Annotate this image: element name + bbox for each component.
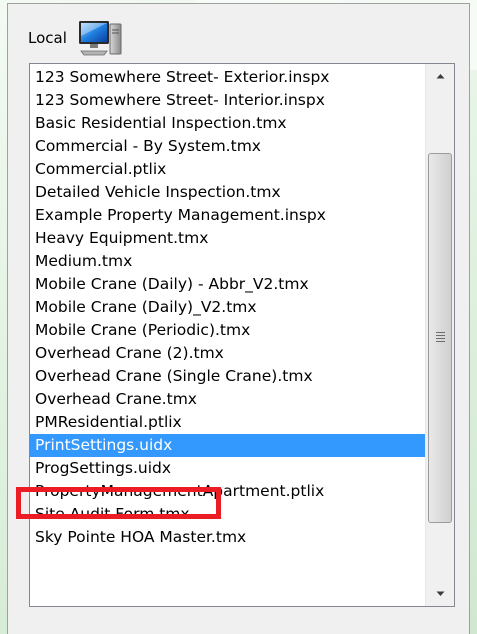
local-label: Local bbox=[28, 29, 67, 47]
list-item-selected[interactable]: PrintSettings.uidx bbox=[30, 434, 425, 457]
arrow-up-icon bbox=[436, 74, 444, 79]
list-item[interactable]: Mobile Crane (Daily)_V2.tmx bbox=[30, 296, 425, 319]
list-item[interactable]: PMResidential.ptlix bbox=[30, 411, 425, 434]
list-item[interactable]: Example Property Management.inspx bbox=[30, 204, 425, 227]
list-item[interactable]: PropertyManagementApartment.ptlix bbox=[30, 480, 425, 503]
scroll-down-button[interactable] bbox=[426, 582, 454, 606]
list-item[interactable]: Overhead Crane.tmx bbox=[30, 388, 425, 411]
local-header: Local bbox=[28, 18, 125, 58]
vertical-scrollbar[interactable] bbox=[425, 64, 454, 606]
file-listbox[interactable]: 123 Somewhere Street- Exterior.inspx 123 … bbox=[29, 63, 455, 607]
list-item[interactable]: 123 Somewhere Street- Interior.inspx bbox=[30, 89, 425, 112]
list-item[interactable]: 123 Somewhere Street- Exterior.inspx bbox=[30, 66, 425, 89]
list-item[interactable]: Commercial - By System.tmx bbox=[30, 135, 425, 158]
list-item[interactable]: Site Audit Form.tmx bbox=[30, 503, 425, 526]
grip-icon bbox=[436, 332, 445, 344]
list-item[interactable]: Heavy Equipment.tmx bbox=[30, 227, 425, 250]
list-item[interactable]: Mobile Crane (Daily) - Abbr_V2.tmx bbox=[30, 273, 425, 296]
list-item[interactable]: Detailed Vehicle Inspection.tmx bbox=[30, 181, 425, 204]
list-item[interactable]: Sky Pointe HOA Master.tmx bbox=[30, 526, 425, 549]
scroll-thumb[interactable] bbox=[428, 153, 452, 523]
list-item[interactable]: Basic Residential Inspection.tmx bbox=[30, 112, 425, 135]
list-item[interactable]: Medium.tmx bbox=[30, 250, 425, 273]
list-item[interactable]: Overhead Crane (2).tmx bbox=[30, 342, 425, 365]
list-item[interactable]: Commercial.ptlix bbox=[30, 158, 425, 181]
computer-icon bbox=[78, 21, 122, 56]
list-item[interactable]: ProgSettings.uidx bbox=[30, 457, 425, 480]
scroll-up-button[interactable] bbox=[426, 64, 454, 88]
arrow-down-icon bbox=[436, 591, 444, 596]
list-item[interactable]: Overhead Crane (Single Crane).tmx bbox=[30, 365, 425, 388]
list-item[interactable]: Mobile Crane (Periodic).tmx bbox=[30, 319, 425, 342]
file-list: 123 Somewhere Street- Exterior.inspx 123 … bbox=[30, 66, 425, 549]
